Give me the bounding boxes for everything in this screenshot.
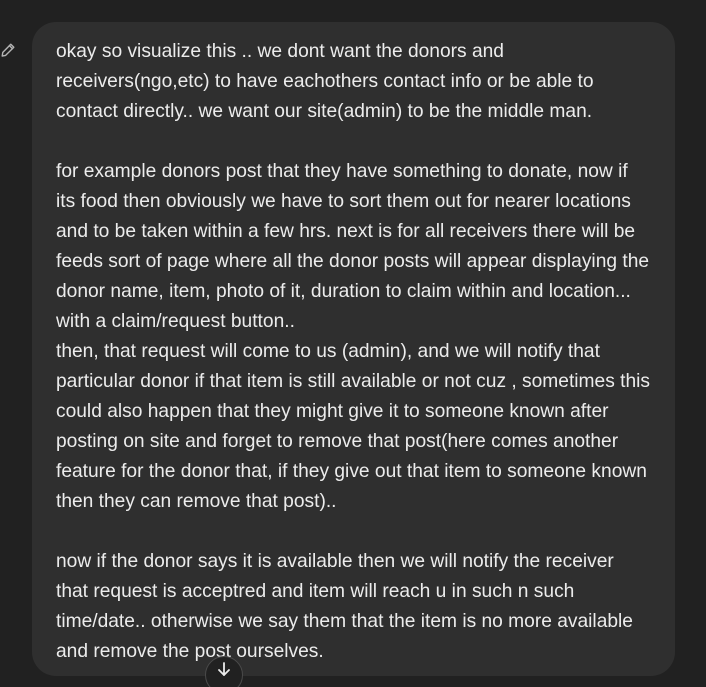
message-paragraph-1: okay so visualize this .. we dont want t…: [56, 41, 594, 122]
arrow-down-icon: [215, 662, 233, 678]
message-paragraph-2: for example donors post that they have s…: [56, 157, 651, 517]
message-paragraph-3: now if the donor says it is available th…: [56, 551, 633, 662]
edit-message-pencil-icon[interactable]: [0, 42, 16, 58]
user-message-bubble: okay so visualize this .. we dont want t…: [32, 22, 675, 676]
scroll-to-bottom-button[interactable]: [205, 656, 243, 687]
message-paragraph-2-line-a: for example donors post that they have s…: [56, 161, 650, 332]
message-paragraph-2-line-b: then, that request will come to us (admi…: [56, 341, 650, 512]
